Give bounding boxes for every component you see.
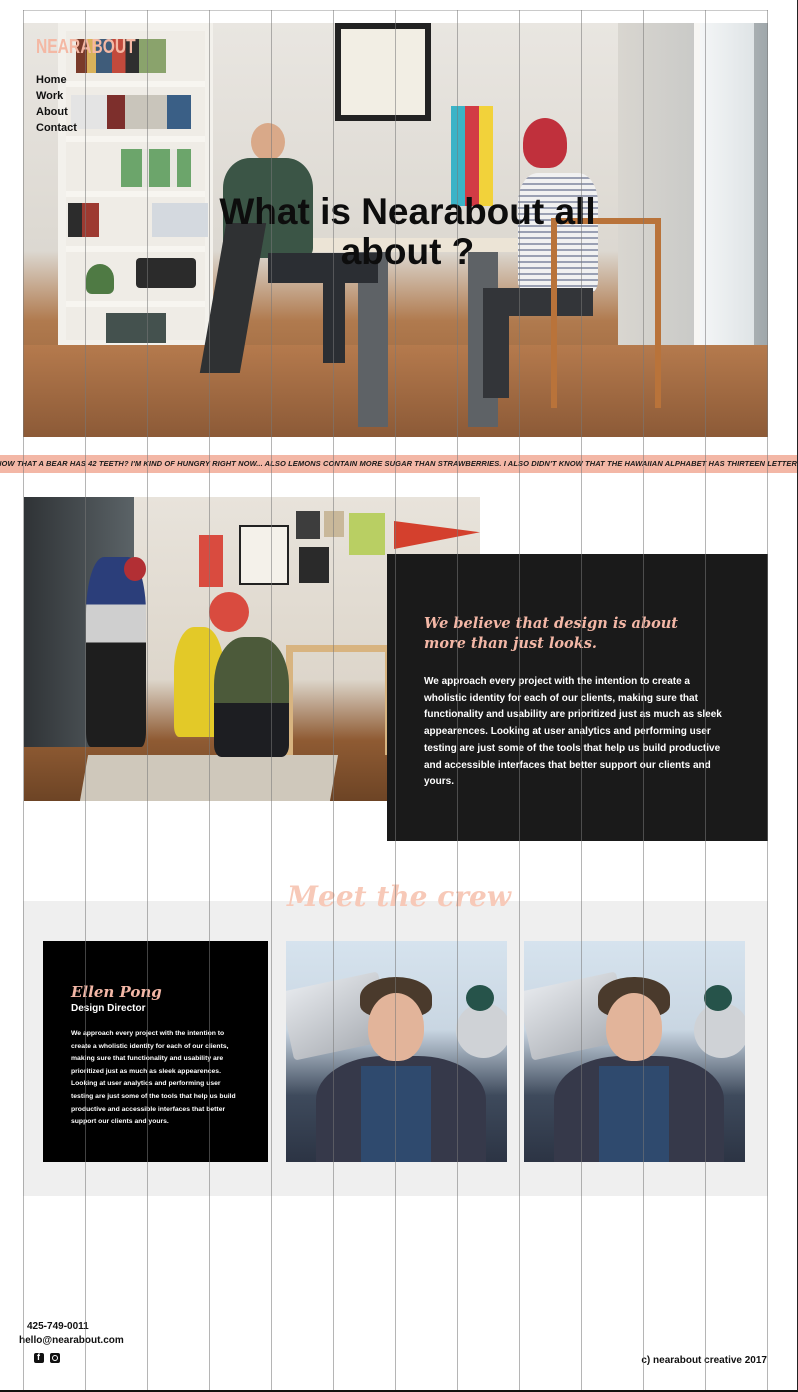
- footer-copyright: c) nearabout creative 2017: [641, 1355, 767, 1366]
- crew-photo-1[interactable]: [286, 941, 507, 1162]
- brand-logo[interactable]: NEARABOUT: [36, 36, 136, 59]
- footer-email[interactable]: hello@nearabout.com: [19, 1335, 124, 1346]
- crew-card: Ellen Pong Design Director We approach e…: [43, 941, 268, 1162]
- nav-contact[interactable]: Contact: [36, 120, 77, 136]
- crew-member-role: Design Director: [71, 1003, 146, 1014]
- crew-member-bio: We approach every project with the inten…: [71, 1030, 236, 1126]
- crew-member-name: Ellen Pong: [71, 983, 162, 1001]
- facebook-icon[interactable]: [34, 1352, 44, 1363]
- footer-phone[interactable]: 425-749-0011: [27, 1321, 89, 1332]
- social-links: [34, 1352, 60, 1363]
- about-heading: We believe that design is about more tha…: [424, 615, 678, 652]
- hero-title: What is Nearabout all about ?: [219, 191, 596, 272]
- instagram-icon[interactable]: [50, 1353, 60, 1363]
- about-body: We approach every project with the inten…: [424, 676, 722, 788]
- news-ticker: NOW THAT A BEAR HAS 42 TEETH? I'M KIND O…: [0, 455, 798, 473]
- nav-home[interactable]: Home: [36, 72, 77, 88]
- nav-work[interactable]: Work: [36, 88, 77, 104]
- about-section: We believe that design is about more tha…: [387, 554, 768, 841]
- ticker-text: NOW THAT A BEAR HAS 42 TEETH? I'M KIND O…: [0, 459, 798, 468]
- nav-about[interactable]: About: [36, 104, 77, 120]
- main-nav: Home Work About Contact: [36, 72, 77, 136]
- crew-photo-2[interactable]: [524, 941, 745, 1162]
- crew-title: Meet the crew: [287, 880, 511, 913]
